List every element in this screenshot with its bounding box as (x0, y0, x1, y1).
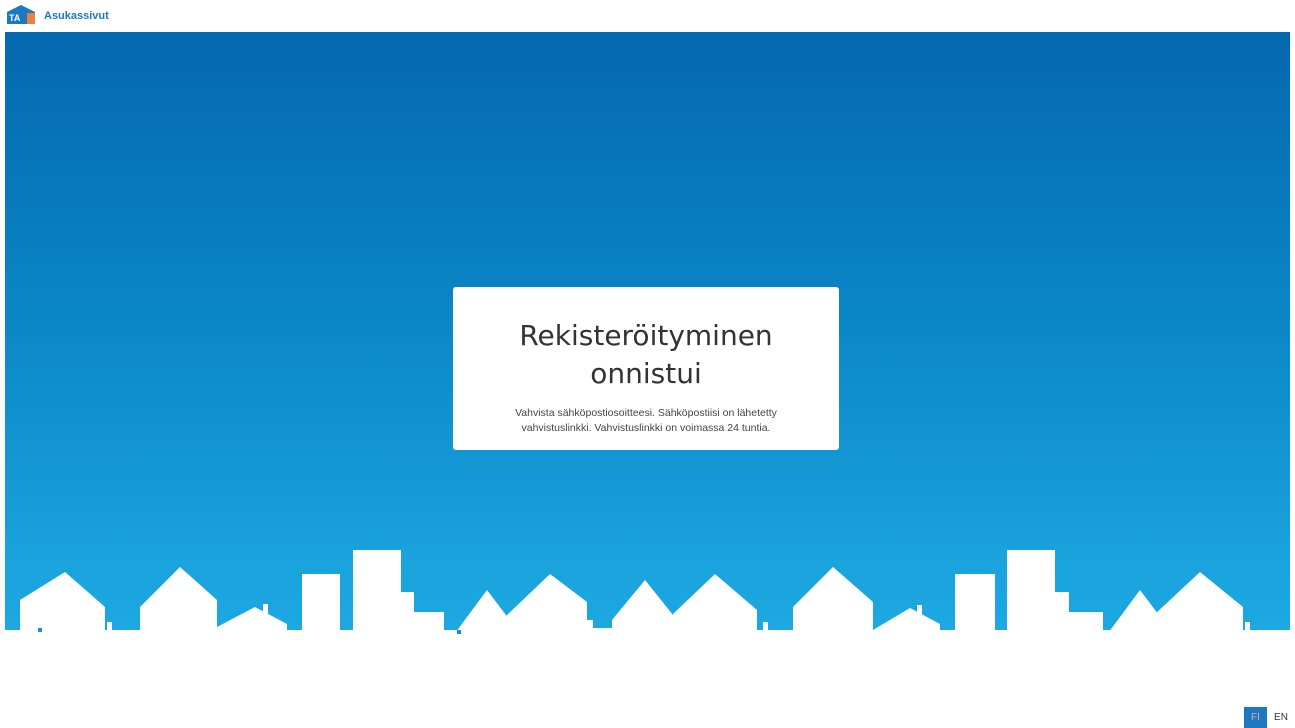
language-en-button[interactable]: EN (1267, 707, 1295, 728)
success-card: Rekisteröityminen onnistui Vahvista sähk… (453, 287, 839, 450)
logo[interactable]: TA (7, 5, 35, 24)
brand-name[interactable]: Asukassivut (44, 9, 109, 23)
logo-house-icon: TA (7, 5, 35, 24)
confirmation-message: Vahvista sähköpostiosoitteesi. Sähköpost… (515, 407, 777, 434)
hero-banner: Rekisteröityminen onnistui Vahvista sähk… (5, 32, 1290, 656)
page-title: Rekisteröityminen onnistui (519, 319, 773, 390)
language-fi-button[interactable]: FI (1244, 707, 1267, 728)
logo-text: TA (9, 13, 21, 23)
language-switcher: FI EN (1244, 707, 1295, 728)
top-bar: TA Asukassivut (0, 0, 1295, 32)
